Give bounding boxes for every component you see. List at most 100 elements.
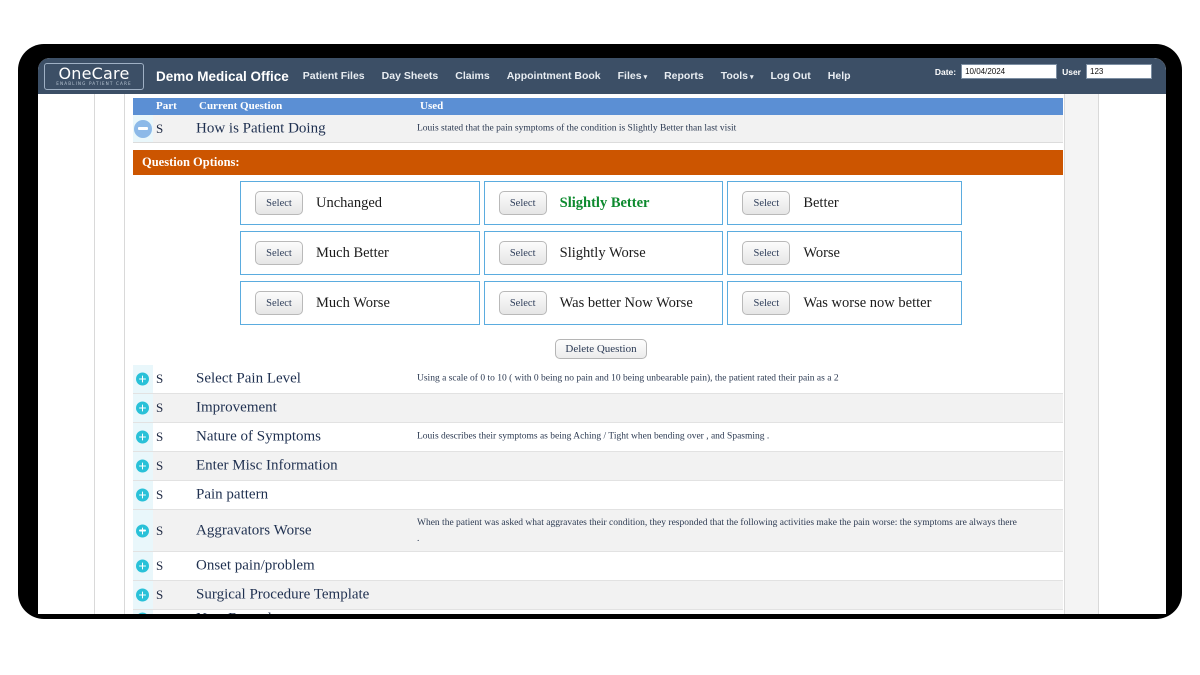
table-row[interactable]: S Select Pain Level Using a scale of 0 t…	[133, 365, 1063, 394]
select-button[interactable]: Select	[498, 191, 547, 215]
toggle-strip	[133, 365, 153, 393]
row-question: Nature of Symptoms	[196, 428, 321, 445]
option-label: Was better Now Worse	[559, 294, 693, 311]
table-row[interactable]: S Onset pain/problem	[133, 552, 1063, 581]
expand-icon[interactable]	[136, 488, 149, 502]
select-button[interactable]: Select	[742, 191, 791, 215]
row-used-text: When the patient was asked what aggravat…	[417, 517, 1017, 544]
table-row-expanded[interactable]: S How is Patient Doing Louis stated that…	[133, 115, 1063, 143]
nav-label: Patient Files	[302, 70, 365, 82]
collapse-icon[interactable]	[134, 119, 152, 138]
question-options-title: Question Options:	[142, 155, 240, 169]
layout-divider	[94, 94, 95, 614]
expand-icon[interactable]	[136, 588, 149, 602]
toggle-strip	[133, 452, 153, 480]
date-label: Date:	[934, 66, 957, 77]
options-row: Select Much Better Select Slightly Worse…	[240, 231, 962, 275]
nav-label: Help	[827, 70, 851, 82]
option-cell-slightly-worse[interactable]: Select Slightly Worse	[483, 231, 724, 275]
expand-icon[interactable]	[136, 524, 149, 537]
nav-item-log-out[interactable]: Log Out	[771, 70, 811, 82]
options-row: Select Unchanged Select Slightly Better …	[240, 181, 962, 225]
user-field[interactable]: 123	[1086, 64, 1152, 79]
toggle-strip	[133, 394, 153, 422]
row-question: Aggravators Worse	[196, 522, 312, 538]
select-button[interactable]: Select	[255, 191, 303, 215]
option-cell-was-worse-now-better[interactable]: Select Was worse now better	[727, 281, 962, 325]
select-button[interactable]: Select	[498, 291, 547, 315]
select-button[interactable]: Select	[498, 241, 547, 265]
row-part: S	[156, 371, 164, 386]
nav-item-help[interactable]: Help	[828, 70, 851, 82]
expand-icon[interactable]	[136, 559, 149, 573]
nav-label: Log Out	[770, 70, 811, 82]
date-field[interactable]: 10/04/2024	[961, 64, 1058, 79]
nav-item-appointment-book[interactable]: Appointment Book	[507, 70, 601, 82]
nav-item-patient-files[interactable]: Patient Files	[303, 70, 365, 82]
row-question: Improvement	[196, 399, 277, 416]
table-row[interactable]: S Surgical Procedure Template	[133, 581, 1063, 610]
expand-icon[interactable]	[136, 430, 149, 444]
option-label: Much Better	[316, 244, 389, 261]
browser-viewport: OneCare ENABLING PATIENT CARE Demo Medic…	[38, 58, 1166, 614]
table-row[interactable]: S Improvement	[133, 394, 1063, 423]
option-label: Better	[803, 194, 839, 211]
nav-label: Appointment Book	[506, 70, 601, 82]
option-cell-worse[interactable]: Select Worse	[727, 231, 962, 275]
user-label: User	[1062, 66, 1081, 77]
option-label: Worse	[803, 244, 840, 261]
row-part: S	[156, 120, 164, 136]
nav-label: Reports	[664, 70, 704, 82]
expand-icon[interactable]	[136, 401, 149, 415]
office-title: Demo Medical Office	[156, 68, 289, 84]
nav-item-tools[interactable]: Tools ▾	[721, 70, 754, 82]
expand-icon[interactable]	[136, 459, 149, 473]
option-cell-slightly-better[interactable]: Select Slightly Better	[483, 181, 724, 225]
expand-icon[interactable]	[136, 372, 149, 386]
select-button[interactable]: Select	[255, 241, 303, 265]
select-button[interactable]: Select	[255, 291, 303, 315]
nav-item-claims[interactable]: Claims	[455, 70, 489, 82]
select-button[interactable]: Select	[742, 291, 791, 315]
row-question: Surgical Procedure Template	[196, 586, 370, 603]
option-label-selected: Slightly Better	[559, 194, 650, 211]
page-body: Part Current Question Used S How is Pati…	[38, 94, 1166, 614]
app-header: OneCare ENABLING PATIENT CARE Demo Medic…	[38, 58, 1166, 94]
layout-divider	[1064, 94, 1065, 614]
table-row[interactable]: S Pain pattern	[133, 481, 1063, 510]
onecare-logo[interactable]: OneCare ENABLING PATIENT CARE	[44, 62, 144, 90]
row-part: S	[156, 611, 163, 614]
option-cell-much-better[interactable]: Select Much Better	[240, 231, 480, 275]
nav-item-day-sheets[interactable]: Day Sheets	[382, 70, 439, 82]
main-navigation: Patient Files Day Sheets Claims Appointm…	[303, 70, 851, 82]
nav-item-reports[interactable]: Reports	[664, 70, 704, 82]
page-scrollbar[interactable]	[1065, 94, 1098, 614]
options-row: Select Much Worse Select Was better Now …	[240, 281, 962, 325]
row-part: S	[156, 522, 164, 538]
table-row[interactable]: S Nature of Symptoms Louis describes the…	[133, 423, 1063, 452]
toggle-strip	[133, 610, 153, 614]
row-part: S	[156, 487, 164, 502]
option-label: Was worse now better	[803, 294, 932, 311]
table-row[interactable]: S New Record	[133, 610, 1063, 614]
delete-question-button[interactable]: Delete Question	[555, 339, 647, 359]
header-status-area: Date: 10/04/2024 User 123	[935, 64, 1152, 79]
toggle-strip	[133, 552, 153, 580]
option-cell-better[interactable]: Select Better	[727, 181, 962, 225]
option-label: Much Worse	[316, 294, 390, 311]
option-cell-was-better-now-worse[interactable]: Select Was better Now Worse	[483, 281, 724, 325]
row-used-text: Using a scale of 0 to 10 ( with 0 being …	[417, 373, 839, 384]
option-cell-much-worse[interactable]: Select Much Worse	[240, 281, 480, 325]
logo-tagline: ENABLING PATIENT CARE	[56, 80, 132, 86]
row-used-text: Louis describes their symptoms as being …	[417, 431, 770, 442]
option-cell-unchanged[interactable]: Select Unchanged	[240, 181, 480, 225]
option-label: Unchanged	[316, 194, 383, 211]
table-row[interactable]: S Aggravators Worse When the patient was…	[133, 510, 1063, 552]
row-question: Enter Misc Information	[196, 457, 338, 474]
select-button[interactable]: Select	[742, 241, 791, 265]
table-row[interactable]: S Enter Misc Information	[133, 452, 1063, 481]
expand-icon[interactable]	[136, 612, 149, 614]
nav-item-files[interactable]: Files ▾	[618, 70, 647, 82]
toggle-strip	[133, 115, 153, 142]
minus-glyph	[138, 127, 148, 130]
